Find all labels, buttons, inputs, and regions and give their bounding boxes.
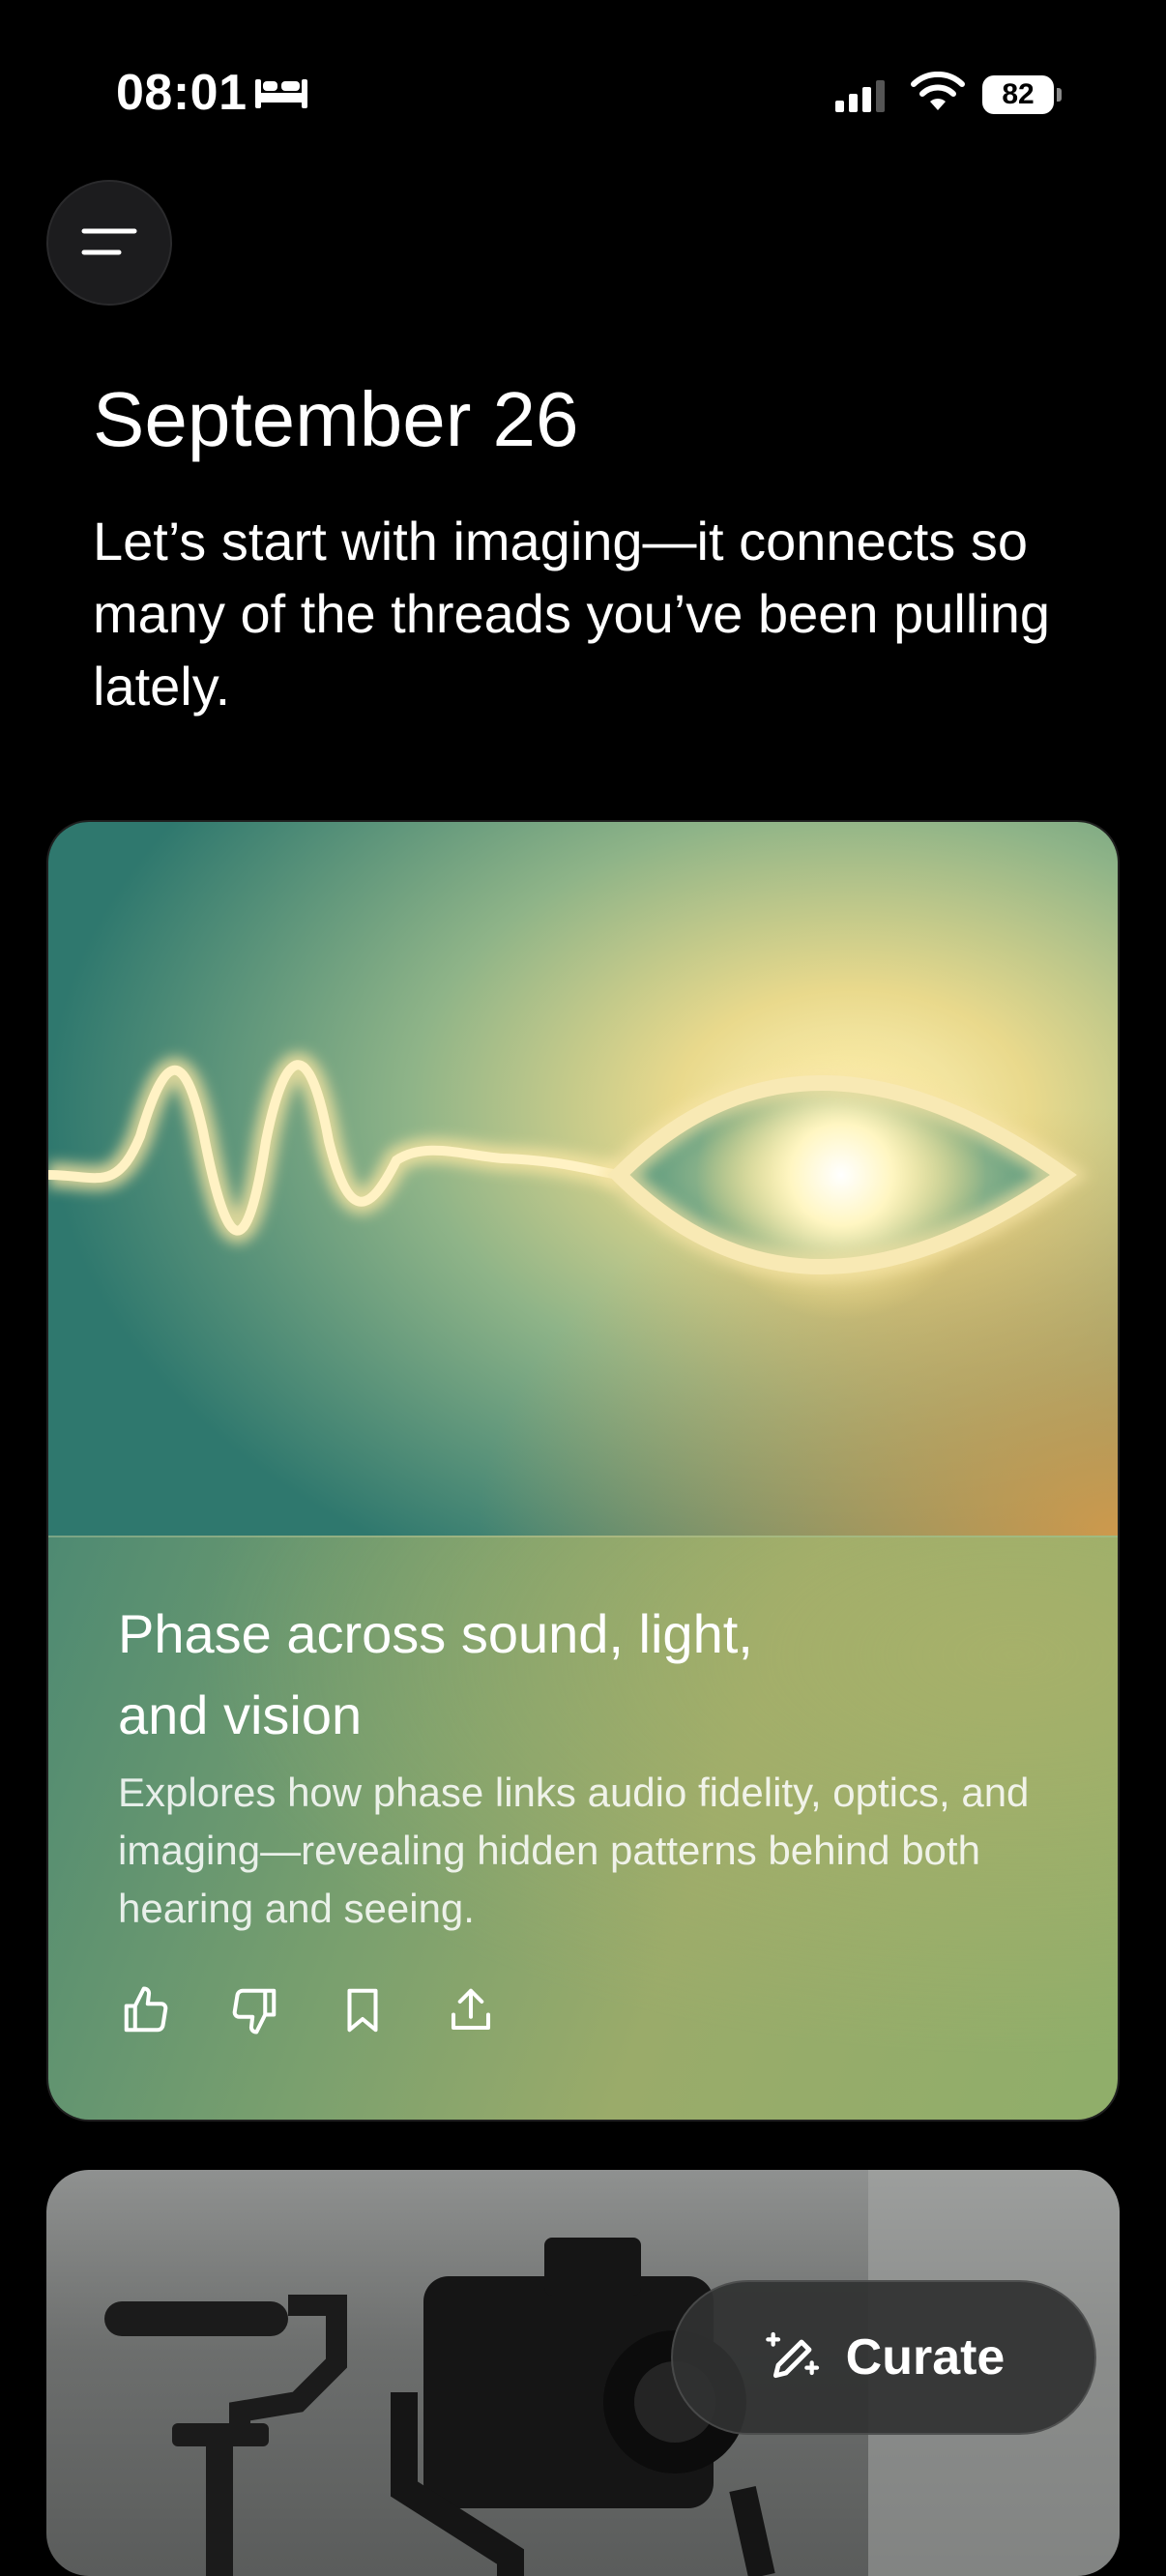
menu-icon <box>81 228 137 255</box>
battery-level: 82 <box>982 75 1054 114</box>
wifi-icon <box>911 72 965 110</box>
status-time: 08:01 <box>116 65 248 121</box>
menu-button[interactable] <box>46 180 172 306</box>
curate-label: Curate <box>845 2329 1006 2386</box>
page-title: September 26 <box>93 376 579 462</box>
bookmark-button[interactable] <box>335 1982 391 2038</box>
card-title: Phase across sound, light, and vision <box>118 1603 753 1745</box>
card-hero-image <box>48 822 1118 1536</box>
share-button[interactable] <box>443 1982 499 2038</box>
intro-text: Let’s start with imaging—it connects so … <box>93 511 1050 717</box>
thumbs-up-icon <box>124 1986 168 2033</box>
status-bar: 08:01 82 <box>0 0 1166 184</box>
story-card[interactable]: Phase across sound, light, and vision Ex… <box>46 820 1120 2122</box>
thumbs-down-icon <box>232 1988 277 2034</box>
like-button[interactable] <box>118 1982 174 2038</box>
card-body: Phase across sound, light, and vision Ex… <box>48 1536 1118 2120</box>
share-icon <box>451 1988 491 2031</box>
cellular-signal-icon <box>835 80 885 112</box>
battery-indicator: 82 <box>982 75 1062 114</box>
card-actions <box>118 1982 499 2038</box>
curate-button[interactable]: Curate <box>671 2280 1096 2435</box>
bed-icon <box>255 79 307 108</box>
pencil-sparkle-icon <box>765 2331 819 2379</box>
bookmark-icon <box>347 1988 378 2033</box>
card-description: Explores how phase links audio fidelity,… <box>118 1770 1030 1931</box>
dislike-button[interactable] <box>226 1982 282 2038</box>
